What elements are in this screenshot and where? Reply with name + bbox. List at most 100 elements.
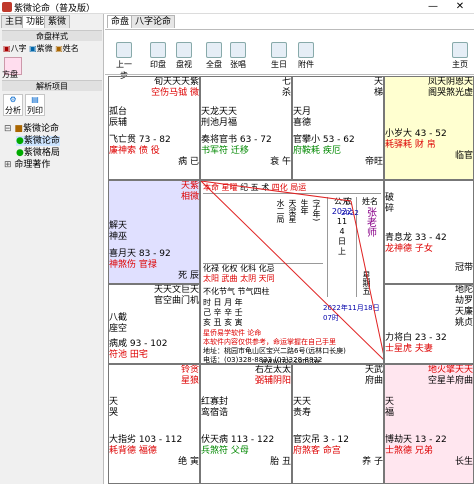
print-list-button[interactable]: ▤ 列印 bbox=[25, 94, 45, 116]
palace-xu[interactable]: 地陀 劫罗 天廉 姚贞 力将白 23 - 32 士星虎 夫妻 bbox=[384, 284, 474, 364]
palace-stars: 右左太太 bbox=[254, 365, 291, 375]
palace-branch: 帝旺 bbox=[364, 157, 383, 167]
tab-ziwei[interactable]: 紫微 bbox=[44, 15, 71, 28]
tree-root[interactable]: ⊟ ■紫微论命 bbox=[4, 124, 59, 134]
palace-name: 符池 田宅 bbox=[109, 350, 148, 360]
tab-divider bbox=[105, 29, 474, 30]
palace-name: 耗背德 福德 bbox=[109, 446, 157, 456]
palace-mao[interactable]: 天天文巨天 官空曲门机 八截 座空 病咸 93 - 102 符池 田宅 bbox=[108, 284, 200, 364]
square-chart-label: 方盘 bbox=[2, 70, 18, 79]
tab-bazi[interactable]: 八字论命 bbox=[131, 15, 176, 28]
palace-range: 博劫天 13 - 22 bbox=[385, 435, 447, 445]
palace-minor-2: 喜德 bbox=[293, 118, 312, 128]
home-button[interactable]: 主页 bbox=[449, 42, 471, 72]
back-icon bbox=[116, 42, 132, 58]
close-button[interactable]: ✕ bbox=[447, 0, 473, 14]
tree-item-ziwei-pattern[interactable]: ●紫微格局 bbox=[16, 148, 60, 158]
right-panel: 命盘 八字论命 上一步 印盘 盘视 全盘 张唱 生日 附件 主页 旬天天天紫 空… bbox=[105, 14, 474, 484]
palace-stars-2: 杀 bbox=[281, 88, 291, 98]
left-panel: 主日 功能 紫微 命盘样式 ▣八字 ▣紫微 ▣姓名 方盘 解析项目 ⚙ 分析 ▤ 列… bbox=[0, 14, 104, 484]
palace-name: 府煞客 命宫 bbox=[293, 446, 341, 456]
print-chart-button[interactable]: 印盘 bbox=[147, 42, 169, 72]
bazi-option[interactable]: ▣八字 bbox=[3, 44, 27, 53]
palace-chou[interactable]: 右左太太 弼辅阴阳 红寡封 鸾宿诰 伏天病 113 - 122 兵煞符 父母 胎… bbox=[200, 364, 292, 484]
palace-wei[interactable]: 天 梯 天月 喜德 官攀小 53 - 62 府鞍耗 疾厄 帝旺 bbox=[292, 76, 384, 180]
palace-minor: 解天 bbox=[109, 221, 128, 231]
full-chart-button[interactable]: 全盘 bbox=[203, 42, 225, 72]
analyze-button[interactable]: ⚙ 分析 bbox=[3, 94, 23, 116]
palace-range: 病咸 93 - 102 bbox=[109, 339, 168, 349]
palace-range: 官攀小 53 - 62 bbox=[293, 135, 355, 145]
birthday-button[interactable]: 生日 bbox=[268, 42, 290, 72]
palace-yin[interactable]: 铃贪 星狼 天 哭 大指劣 103 - 112 耗背德 福德 绝 寅 bbox=[108, 364, 200, 484]
palace-minor: 孤台 bbox=[109, 107, 128, 117]
palace-branch: 冠带 bbox=[454, 263, 473, 273]
palace-stars-2: 阁哭煞光虚 bbox=[427, 88, 473, 98]
palace-stars-2: 梯 bbox=[373, 88, 383, 98]
palace-stars-2: 劫罗 bbox=[454, 296, 473, 306]
palace-branch: 绝 寅 bbox=[178, 457, 199, 467]
view-icon bbox=[176, 42, 192, 58]
palace-branch: 长生 bbox=[454, 457, 473, 467]
palace-branch: 临官 bbox=[454, 151, 473, 161]
tree-item-books[interactable]: ⊞ 命理著作 bbox=[4, 160, 50, 170]
palace-stars: 天 bbox=[373, 77, 383, 87]
palace-chen[interactable]: 天紫 相微 解天 神巫 喜月天 83 - 92 神煞伤 官禄 死 辰 bbox=[108, 180, 200, 284]
palace-range: 伏天病 113 - 122 bbox=[201, 435, 275, 445]
tree-item-ziwei-reading[interactable]: ●紫微论命 bbox=[16, 136, 60, 146]
window-title: 紫微论命（普及版） bbox=[14, 4, 96, 14]
palace-range: 喜月天 83 - 92 bbox=[109, 249, 171, 259]
title-bar: 紫微论命（普及版） — ✕ bbox=[0, 0, 474, 14]
palace-stars: 天天文巨天 bbox=[153, 285, 199, 295]
ziwei-option[interactable]: ▣紫微 bbox=[29, 44, 53, 53]
analysis-header: 解析项目 bbox=[2, 80, 102, 91]
palace-minor: 天天 bbox=[293, 397, 312, 407]
palace-name: 廉神索 偾 役 bbox=[109, 146, 160, 156]
palace-branch: 衰 午 bbox=[270, 157, 291, 167]
palace-branch: 死 辰 bbox=[178, 271, 199, 281]
palace-range: 青息龙 33 - 42 bbox=[385, 233, 447, 243]
palace-minor-2: 贵寿 bbox=[293, 408, 312, 418]
center-info: 本命 星曜 纪 五 术 四化 局运 水二局 天梁星 生年 (子年) 公元 202… bbox=[200, 180, 384, 364]
print-icon bbox=[150, 42, 166, 58]
palace-range: 官灾吊 3 - 12 bbox=[293, 435, 350, 445]
back-button[interactable]: 上一步 bbox=[113, 42, 135, 80]
palace-minor-2: 辰辅 bbox=[109, 118, 128, 128]
minimize-button[interactable]: — bbox=[420, 0, 446, 14]
palace-branch: 胎 丑 bbox=[270, 457, 291, 467]
palace-range: 飞亡贯 73 - 82 bbox=[109, 135, 171, 145]
palace-stars: 旬天天天紫 bbox=[153, 77, 199, 87]
palace-hai[interactable]: 地火擎天天 空星羊府曲 天 福 博劫天 13 - 22 士煞德 兄弟 长生 bbox=[384, 364, 474, 484]
palace-minor-2: 刑池月福 bbox=[201, 118, 238, 128]
palace-minor-2: 碎 bbox=[385, 204, 395, 214]
chart-style-header: 命盘样式 bbox=[2, 30, 102, 41]
expand-button[interactable]: 张唱 bbox=[227, 42, 249, 72]
palace-name: 士煞德 兄弟 bbox=[385, 446, 433, 456]
name-option[interactable]: ▣姓名 bbox=[55, 44, 79, 53]
tab-chart[interactable]: 命盘 bbox=[107, 15, 134, 28]
palace-you[interactable]: 破 碎 青息龙 33 - 42 龙神德 子女 冠带 bbox=[384, 180, 474, 284]
palace-stars-2: 相微 bbox=[180, 192, 199, 202]
palace-minor: 红寡封 bbox=[201, 397, 229, 407]
palace-range: 力将白 23 - 32 bbox=[385, 333, 447, 343]
palace-stars: 天紫 bbox=[180, 181, 199, 191]
view-chart-button[interactable]: 盘视 bbox=[173, 42, 195, 72]
palace-name: 书军符 迁移 bbox=[201, 146, 249, 156]
palace-shen[interactable]: 凤天阴恩天 阁哭煞光虚 小岁大 43 - 52 耗驿耗 财 帛 临官 bbox=[384, 76, 474, 180]
home-icon bbox=[452, 42, 468, 58]
palace-stars: 地火擎天天 bbox=[427, 365, 473, 375]
palace-wu[interactable]: 七 杀 天龙天天 刑池月福 奏将官书 63 - 72 书军符 迁移 衰 午 bbox=[200, 76, 292, 180]
palace-minor: 八截 bbox=[109, 313, 128, 323]
palace-zi[interactable]: 天武 府曲 天天 贵寿 官灾吊 3 - 12 府煞客 命宫 养 子 bbox=[292, 364, 384, 484]
palace-name: 神煞伤 官禄 bbox=[109, 260, 157, 270]
attachment-button[interactable]: 附件 bbox=[295, 42, 317, 72]
app-icon bbox=[2, 2, 12, 12]
palace-si[interactable]: 旬天天天紫 空伤马钺 微 孤台 辰辅 飞亡贯 73 - 82 廉神索 偾 役 病… bbox=[108, 76, 200, 180]
palace-stars-2: 府曲 bbox=[364, 376, 383, 386]
palace-minor-2: 座空 bbox=[109, 324, 128, 334]
palace-minor: 天月 bbox=[293, 107, 312, 117]
palace-minor-2: 鸾宿诰 bbox=[201, 408, 229, 418]
palace-range: 小岁大 43 - 52 bbox=[385, 129, 447, 139]
palace-branch: 养 子 bbox=[362, 457, 383, 467]
palace-minor: 天龙天天 bbox=[201, 107, 238, 117]
